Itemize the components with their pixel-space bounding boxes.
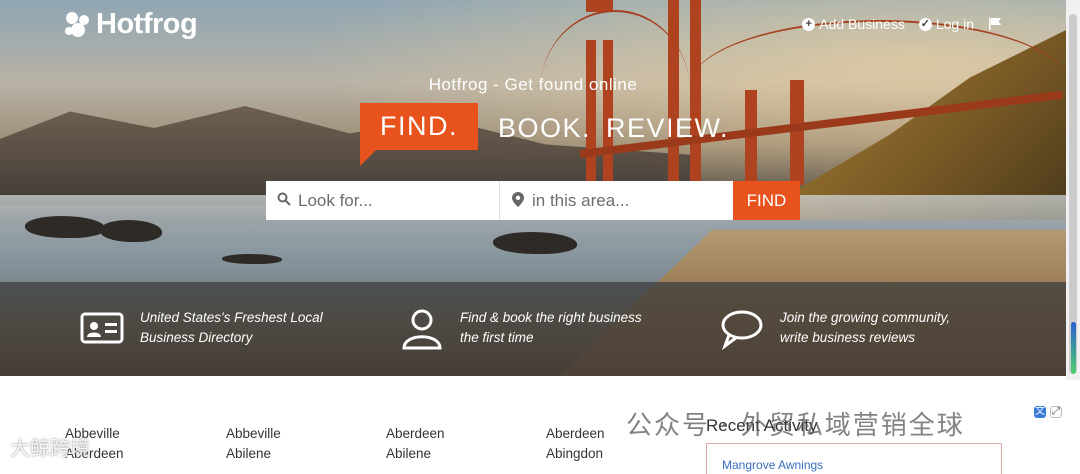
what-placeholder: Look for... <box>298 190 373 210</box>
feature-community: Join the growing community, write busine… <box>720 308 975 350</box>
login-label: Log in <box>935 16 974 32</box>
city-column: Abbeville Abilene <box>226 424 281 464</box>
feature-text: Find & book the right business the first… <box>460 310 642 345</box>
plus-circle-icon: + <box>802 17 816 31</box>
scroll-thumb[interactable] <box>1069 14 1077 374</box>
expand-icon[interactable]: ⤢ <box>1050 406 1062 418</box>
watermark-text: 公众号 · 外贸私域营销全球 <box>626 411 965 441</box>
city-link[interactable]: Abilene <box>226 444 281 464</box>
where-search-input[interactable]: in this area... <box>500 181 733 220</box>
feature-text: Join the growing community, write busine… <box>780 310 951 345</box>
watermark-corner: 大鲸跨境 <box>10 436 90 460</box>
headline-rest: BOOK. REVIEW. <box>498 113 730 143</box>
recent-activity-item[interactable]: Mangrove Awnings <box>722 458 823 472</box>
frog-icon <box>65 11 89 37</box>
city-link[interactable]: Abingdon <box>546 444 605 464</box>
recent-activity-panel: Mangrove Awnings <box>706 443 1002 474</box>
headline-find: FIND. <box>360 103 478 166</box>
where-placeholder: in this area... <box>532 190 630 210</box>
page-tools: 文 ⤢ <box>1034 406 1062 418</box>
headline: FIND. BOOK. REVIEW. <box>360 103 730 166</box>
what-search-input[interactable]: Look for... <box>266 181 500 220</box>
logo-text: Hotfrog <box>96 8 198 40</box>
search-bar: Look for... in this area... FIND <box>266 181 800 220</box>
scroll-indicator <box>1071 322 1076 374</box>
features-band: United States's Freshest Local Business … <box>0 282 1066 376</box>
search-icon <box>276 192 292 209</box>
flag-button[interactable] <box>988 17 1002 31</box>
city-directory: Abbeville Aberdeen Abbeville Abilene Abe… <box>0 424 700 466</box>
check-circle-icon: ✓ <box>918 17 932 31</box>
feature-text: United States's Freshest Local Business … <box>140 310 323 345</box>
city-link[interactable]: Abbeville <box>226 424 281 444</box>
rock <box>493 232 577 254</box>
add-business-link[interactable]: + Add Business <box>802 16 905 32</box>
flag-icon <box>989 18 1001 30</box>
logo[interactable]: Hotfrog <box>64 8 198 41</box>
user-icon <box>402 309 442 350</box>
feature-book: Find & book the right business the first… <box>400 308 655 350</box>
rock <box>222 254 282 264</box>
feature-directory: United States's Freshest Local Business … <box>80 308 335 350</box>
tagline: Hotfrog - Get found online <box>428 75 638 94</box>
top-nav: + Add Business ✓ Log in <box>802 16 1002 32</box>
city-link[interactable]: Abilene <box>386 444 445 464</box>
rock <box>100 220 162 242</box>
city-column: Aberdeen Abingdon <box>546 424 605 464</box>
add-business-label: Add Business <box>819 16 905 32</box>
find-button[interactable]: FIND <box>733 181 800 220</box>
rock <box>25 216 105 238</box>
login-link[interactable]: ✓ Log in <box>918 16 974 32</box>
translate-icon[interactable]: 文 <box>1034 406 1046 418</box>
map-pin-icon <box>510 191 526 210</box>
id-card-icon <box>80 312 124 344</box>
city-link[interactable]: Aberdeen <box>386 424 445 444</box>
city-link[interactable]: Aberdeen <box>546 424 605 444</box>
chat-bubble-icon <box>721 310 763 350</box>
city-column: Aberdeen Abilene <box>386 424 445 464</box>
